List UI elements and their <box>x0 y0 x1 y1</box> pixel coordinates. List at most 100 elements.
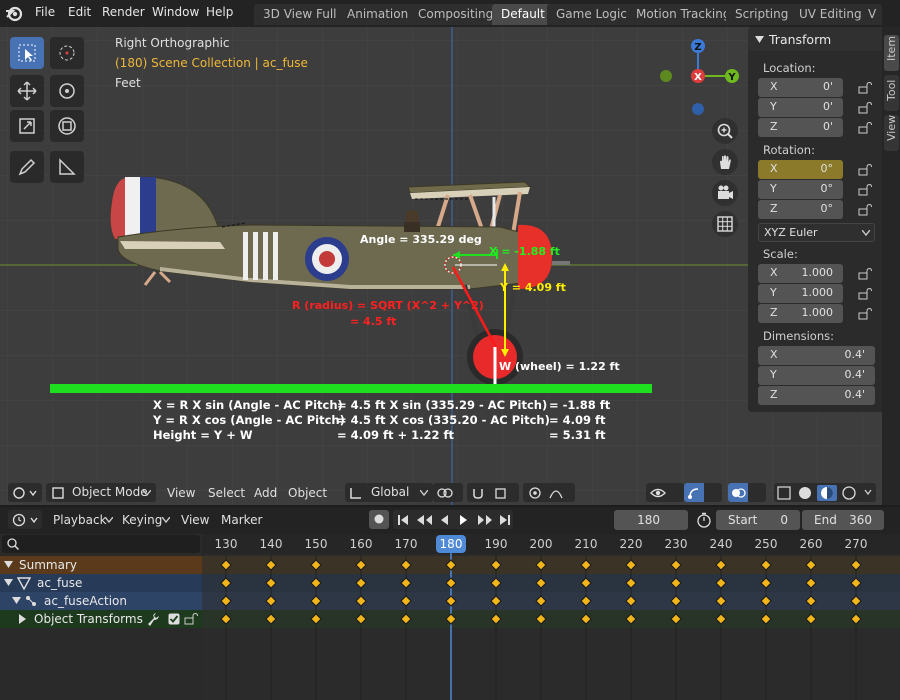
timeline-view-menu[interactable]: View <box>181 513 209 527</box>
navigation-gizmo[interactable]: Z X Y <box>655 35 750 125</box>
frame-number-label: 240 <box>710 537 733 551</box>
cursor-tool[interactable] <box>50 37 84 69</box>
menu-render[interactable]: Render <box>102 5 145 19</box>
lock-icon[interactable] <box>858 268 872 280</box>
editor-type-select[interactable] <box>8 483 42 502</box>
transform-icon <box>58 117 76 135</box>
marker-menu[interactable]: Marker <box>221 513 262 527</box>
move-tool[interactable] <box>10 75 44 107</box>
tab-scripting[interactable]: Scripting <box>726 4 798 25</box>
scale-tool[interactable] <box>10 110 44 142</box>
shading-modes[interactable] <box>774 483 876 502</box>
channel-summary-label: Summary <box>19 558 77 572</box>
lock-icon[interactable] <box>858 308 872 320</box>
frame-number-label: 180 <box>440 537 463 551</box>
scale-icon <box>19 118 35 134</box>
keying-menu[interactable]: Keying <box>122 513 162 527</box>
lock-icon[interactable] <box>858 122 872 134</box>
mode-select[interactable]: Object Mode <box>46 483 156 502</box>
lock-icon[interactable] <box>858 288 872 300</box>
expand-arrow-icon <box>4 579 13 586</box>
channel-summary[interactable]: Summary <box>0 556 202 574</box>
tab-view[interactable]: View <box>884 115 899 151</box>
start-frame-field[interactable]: Start 0 <box>716 510 800 530</box>
location-x-value: 0' <box>822 80 833 93</box>
timeline-editor-select[interactable] <box>8 510 42 529</box>
channel-object-transforms[interactable]: Object Transforms <box>0 610 202 628</box>
dopesheet-area[interactable]: 130 140 150 160 170 180 190 200 210 220 230 240 250 2… <box>202 534 900 700</box>
tab-tool[interactable]: Tool <box>884 75 899 111</box>
add-menu[interactable]: Add <box>254 483 277 503</box>
pivot-select[interactable] <box>433 483 463 502</box>
object-menu[interactable]: Object <box>288 483 327 503</box>
menu-help[interactable]: Help <box>206 5 233 19</box>
camera-view-button[interactable] <box>712 180 738 206</box>
gizmo-toggle[interactable] <box>684 483 722 502</box>
wrench-icon[interactable] <box>146 612 160 626</box>
tab-3d-view-full[interactable]: 3D View Full <box>254 4 346 25</box>
transform-panel-header[interactable]: Transform <box>748 27 882 51</box>
select-box-tool[interactable] <box>10 37 44 69</box>
tab-item[interactable]: Item <box>884 35 899 71</box>
select-menu[interactable]: Select <box>208 483 245 503</box>
overlay-toggle[interactable] <box>728 483 766 502</box>
lock-icon[interactable] <box>858 204 872 216</box>
scale-z-field[interactable]: Z 1.000 <box>758 304 843 323</box>
checkbox-checked-icon[interactable] <box>168 613 180 625</box>
tab-overflow[interactable]: V <box>862 4 883 25</box>
zoom-button[interactable] <box>712 118 738 144</box>
annotate-tool[interactable] <box>10 151 44 183</box>
start-frame-label: Start <box>728 513 758 527</box>
dimensions-z-field[interactable]: Z 0.4' <box>758 386 875 405</box>
playback-menu[interactable]: Playback <box>53 513 107 527</box>
channel-ac-fuse-action[interactable]: ac_fuseAction <box>0 592 202 610</box>
scale-y-field[interactable]: Y 1.000 <box>758 284 843 303</box>
lock-icon[interactable] <box>858 102 872 114</box>
menu-window[interactable]: Window <box>152 5 199 19</box>
rotation-z-field[interactable]: Z 0° <box>758 200 843 219</box>
current-frame-field[interactable]: 180 <box>614 510 688 530</box>
view-menu[interactable]: View <box>167 483 195 503</box>
scale-y-value: 1.000 <box>801 286 834 299</box>
rotation-mode-select[interactable]: XYZ Euler <box>758 223 875 242</box>
channel-search-input[interactable] <box>2 535 200 553</box>
tab-game-logic[interactable]: Game Logic <box>547 4 636 25</box>
lock-icon[interactable] <box>858 184 872 196</box>
lock-icon[interactable] <box>184 613 198 625</box>
tab-uv-editing[interactable]: UV Editing <box>790 4 871 25</box>
dimensions-x-field[interactable]: X 0.4' <box>758 346 875 365</box>
formula-y-a: Y = R X cos (Angle - AC Pitch) <box>153 413 345 427</box>
menu-file[interactable]: File <box>35 5 55 19</box>
visibility-select[interactable] <box>646 483 684 502</box>
ortho-toggle-button[interactable] <box>712 211 738 237</box>
channel-ac-fuse[interactable]: ac_fuse <box>0 574 202 592</box>
lock-icon[interactable] <box>858 164 872 176</box>
frame-number-label: 140 <box>260 537 283 551</box>
dimensions-y-field[interactable]: Y 0.4' <box>758 366 875 385</box>
location-x-field[interactable]: X 0' <box>758 78 843 97</box>
dimensions-y-value: 0.4' <box>844 368 865 381</box>
tab-motion-tracking[interactable]: Motion Tracking <box>627 4 740 25</box>
pan-button[interactable] <box>712 149 738 175</box>
record-button[interactable] <box>369 510 389 529</box>
orientation-select[interactable]: Global <box>345 483 433 502</box>
playback-controls[interactable] <box>393 510 513 529</box>
scale-x-field[interactable]: X 1.000 <box>758 264 843 283</box>
lock-icon[interactable] <box>858 82 872 94</box>
tab-compositing[interactable]: Compositing <box>409 4 503 25</box>
rotation-y-field[interactable]: Y 0° <box>758 180 843 199</box>
proportional-edit-select[interactable] <box>523 483 575 502</box>
measure-tool[interactable] <box>50 151 84 183</box>
rotation-x-field[interactable]: X 0° <box>758 160 843 179</box>
tab-animation[interactable]: Animation <box>338 4 418 25</box>
tab-default[interactable]: Default <box>492 4 554 25</box>
blender-logo-icon[interactable] <box>4 3 24 23</box>
location-y-field[interactable]: Y 0' <box>758 98 843 117</box>
menu-edit[interactable]: Edit <box>68 5 91 19</box>
transform-tool[interactable] <box>50 110 84 142</box>
stopwatch-icon[interactable] <box>696 512 712 528</box>
end-frame-field[interactable]: End 360 <box>802 510 884 530</box>
snap-select[interactable] <box>467 483 519 502</box>
rotate-tool[interactable] <box>50 75 84 107</box>
location-z-field[interactable]: Z 0' <box>758 118 843 137</box>
